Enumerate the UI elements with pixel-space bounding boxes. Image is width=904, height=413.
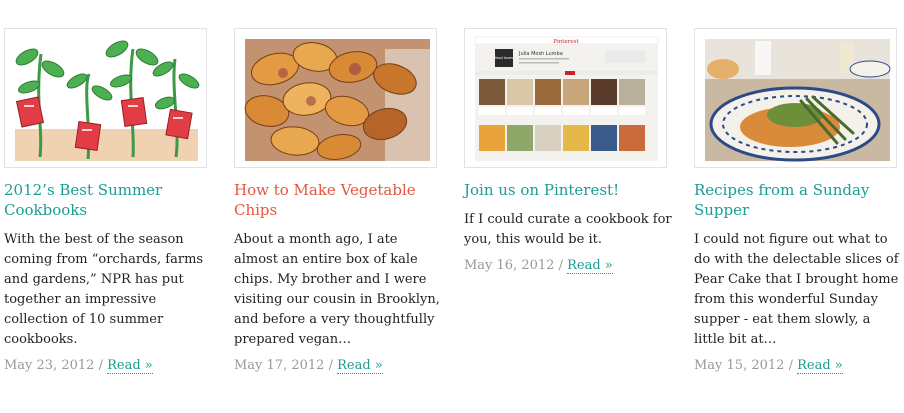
meta-separator: /	[94, 358, 108, 373]
meta-separator: /	[784, 358, 798, 373]
vegetable-chips-photo-icon	[235, 29, 436, 167]
post-meta: May 16, 2012 / Read »	[464, 256, 674, 276]
post-meta: May 17, 2012 / Read »	[234, 356, 444, 376]
post-meta: May 15, 2012 / Read »	[694, 356, 904, 376]
pinterest-logo: Pinterest	[553, 39, 579, 45]
read-more-link[interactable]: Read »	[797, 358, 843, 374]
post-card: Pinterest food loves Julia Mosh Lumba Jo…	[464, 28, 674, 276]
post-card: How to Make Vegetable Chips About a mont…	[234, 28, 444, 376]
profile-name: Julia Mosh Lumba	[518, 51, 563, 57]
post-excerpt: If I could curate a cookbook for you, th…	[464, 212, 672, 247]
post-card: 2012’s Best Summer Cookbooks With the be…	[4, 28, 214, 376]
cookbook-plants-illustration-icon	[5, 29, 206, 167]
post-title-link[interactable]: 2012’s Best Summer Cookbooks	[4, 180, 214, 220]
sunday-supper-plate-photo-icon	[695, 29, 896, 167]
post-excerpt: I could not figure out what to do with t…	[694, 232, 899, 347]
read-more-link[interactable]: Read »	[337, 358, 383, 374]
post-title-link[interactable]: Recipes from a Sunday Supper	[694, 180, 904, 220]
read-more-link[interactable]: Read »	[567, 258, 613, 274]
post-title-link[interactable]: How to Make Vegetable Chips	[234, 180, 444, 220]
meta-separator: /	[554, 258, 568, 273]
post-date: May 15, 2012	[694, 358, 785, 373]
post-thumbnail[interactable]: Pinterest food loves Julia Mosh Lumba	[464, 28, 667, 168]
read-more-link[interactable]: Read »	[107, 358, 153, 374]
pinterest-board-screenshot-icon: Pinterest food loves Julia Mosh Lumba	[465, 29, 666, 167]
post-date: May 16, 2012	[464, 258, 555, 273]
post-thumbnail[interactable]	[694, 28, 897, 168]
meta-separator: /	[324, 358, 338, 373]
post-thumbnail[interactable]	[234, 28, 437, 168]
post-meta: May 23, 2012 / Read »	[4, 356, 214, 376]
post-date: May 23, 2012	[4, 358, 95, 373]
post-excerpt: About a month ago, I ate almost an entir…	[234, 232, 440, 347]
post-date: May 17, 2012	[234, 358, 325, 373]
profile-avatar-text: food loves	[495, 56, 513, 60]
post-card: Recipes from a Sunday Supper I could not…	[694, 28, 904, 376]
post-excerpt: With the best of the season coming from …	[4, 232, 204, 347]
blog-post-grid: 2012’s Best Summer Cookbooks With the be…	[0, 0, 904, 413]
post-title-link[interactable]: Join us on Pinterest!	[464, 180, 674, 200]
post-thumbnail[interactable]	[4, 28, 207, 168]
